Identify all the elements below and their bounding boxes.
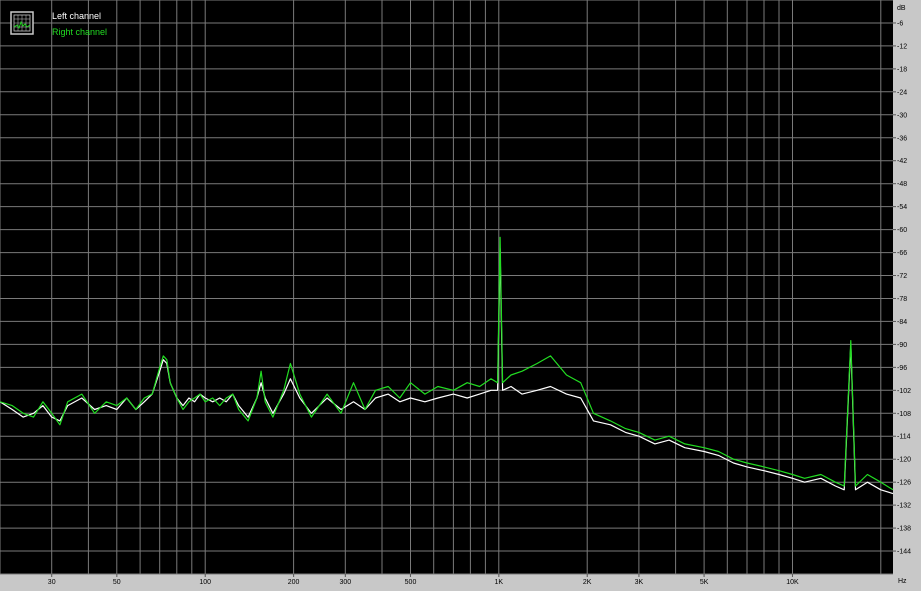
y-tick-label: -78 xyxy=(897,296,907,303)
y-tick-label: -66 xyxy=(897,250,907,257)
y-tick-label: -54 xyxy=(897,204,907,211)
x-unit-label: Hz xyxy=(898,578,907,585)
y-tick-label: -42 xyxy=(897,158,907,165)
x-tick-label: 100 xyxy=(199,579,211,586)
y-tick-label: -24 xyxy=(897,89,907,96)
spectrum-chart: -6 -12 -18 -24 -30 -36 -42 -48 -54 -60 -66 -72 -78 -8… xyxy=(0,0,911,586)
legend-right-label: Right channel xyxy=(52,27,107,37)
y-tick-label: -126 xyxy=(897,480,911,487)
plot-area xyxy=(0,0,893,574)
y-tick-label: -90 xyxy=(897,342,907,349)
y-tick-label: -96 xyxy=(897,365,907,372)
y-tick-label: -120 xyxy=(897,457,911,464)
y-tick-label: -36 xyxy=(897,135,907,142)
y-axis: -6 -12 -18 -24 -30 -36 -42 -48 -54 -60 -66 -72 -78 -8… xyxy=(893,21,911,556)
x-tick-label: 500 xyxy=(405,579,417,586)
y-tick-label: -114 xyxy=(897,434,911,441)
y-tick-label: -30 xyxy=(897,112,907,119)
y-tick-label: -72 xyxy=(897,273,907,280)
x-tick-label: 200 xyxy=(288,579,300,586)
x-tick-label: 2K xyxy=(583,579,592,586)
y-tick-label: -138 xyxy=(897,526,911,533)
x-tick-label: 30 xyxy=(48,579,56,586)
x-tick-label: 10K xyxy=(786,579,799,586)
y-tick-label: -84 xyxy=(897,319,907,326)
y-tick-label: -60 xyxy=(897,227,907,234)
graph-icon[interactable] xyxy=(10,11,34,35)
legend-left-label: Left channel xyxy=(52,11,101,21)
y-tick-label: -6 xyxy=(897,21,903,28)
y-tick-label: -12 xyxy=(897,43,907,50)
y-tick-label: -132 xyxy=(897,503,911,510)
y-tick-label: -144 xyxy=(897,549,911,556)
y-tick-label: -18 xyxy=(897,66,907,73)
x-tick-label: 300 xyxy=(339,579,351,586)
y-tick-label: -48 xyxy=(897,181,907,188)
x-tick-label: 50 xyxy=(113,579,121,586)
x-tick-label: 3K xyxy=(635,579,644,586)
y-unit-label: dB xyxy=(897,5,906,12)
x-axis: 30 50 100 200 300 500 1K 2K 3K 5K 10K xyxy=(48,574,799,586)
x-tick-label: 5K xyxy=(700,579,709,586)
y-tick-label: -108 xyxy=(897,411,911,418)
x-tick-label: 1K xyxy=(495,579,504,586)
y-tick-label: -102 xyxy=(897,388,911,395)
